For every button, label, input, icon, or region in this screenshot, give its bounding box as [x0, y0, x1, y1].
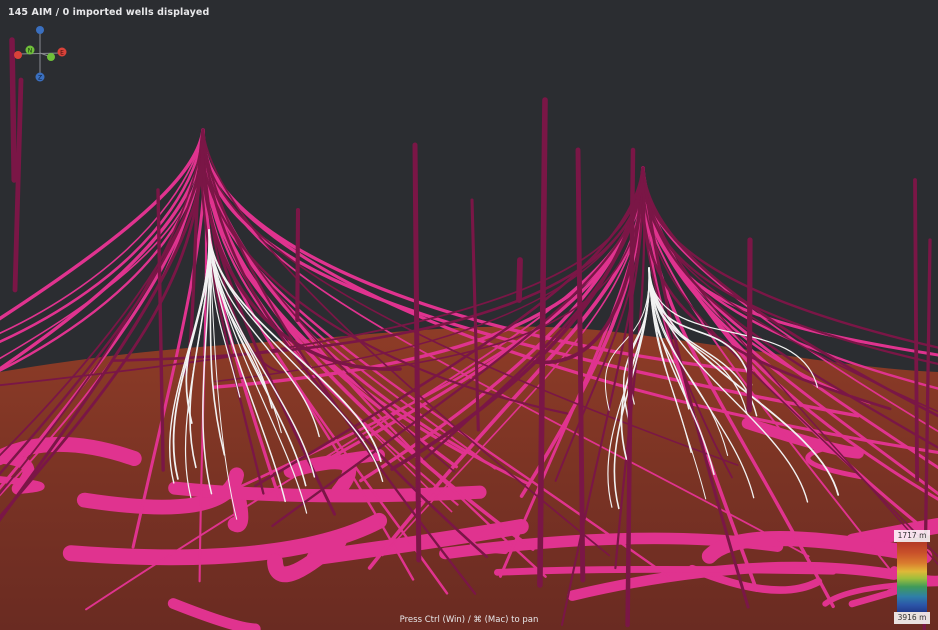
depth-color-ramp — [897, 542, 927, 612]
depth-legend-min: 3916 m — [894, 612, 930, 624]
depth-legend: 1717 m 3916 m — [894, 530, 930, 624]
compass-north-label: N — [28, 48, 33, 55]
pan-hint: Press Ctrl (Win) / ⌘ (Mac) to pan — [399, 615, 539, 625]
vertical-well — [913, 178, 919, 482]
depth-legend-max: 1717 m — [894, 530, 930, 542]
compass-up-dot — [36, 26, 44, 34]
orientation-compass[interactable]: N E Z — [10, 22, 74, 86]
vertical-well — [516, 257, 523, 303]
vertical-well — [746, 237, 753, 413]
3d-well-viewport[interactable]: 145 AIM / 0 imported wells displayed N E… — [0, 0, 938, 630]
compass-east-label: E — [60, 50, 64, 57]
compass-west-dot — [14, 51, 22, 59]
vertical-well — [12, 77, 24, 293]
compass-z-label: Z — [38, 75, 42, 82]
horizontal-well — [494, 565, 837, 576]
vertical-well — [295, 207, 301, 323]
wells-count-label: 145 AIM / 0 imported wells displayed — [8, 7, 210, 18]
compass-green-dot — [47, 53, 55, 61]
well-scene[interactable] — [0, 0, 938, 630]
